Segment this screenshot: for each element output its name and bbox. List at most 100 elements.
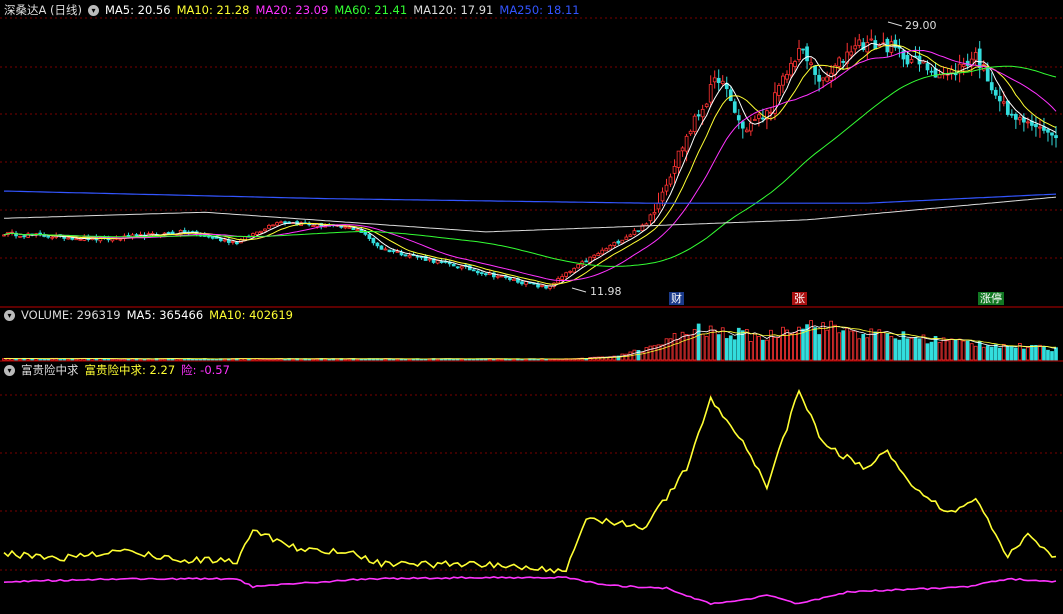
candle-body xyxy=(371,237,376,244)
indicator-line-xian xyxy=(3,575,1057,606)
volume-bar xyxy=(684,334,689,361)
volume-bar xyxy=(708,325,713,361)
candle-body xyxy=(279,221,283,224)
candle-body xyxy=(70,237,75,240)
candle-body xyxy=(18,235,22,238)
candle-body xyxy=(343,226,348,229)
candle-body xyxy=(596,252,601,256)
moving-average-lines xyxy=(3,42,1057,287)
candle-body xyxy=(576,264,581,269)
candle-body xyxy=(652,211,657,215)
volume-bar xyxy=(781,326,785,361)
candle-body xyxy=(427,258,432,261)
volume-bar xyxy=(1042,346,1046,361)
candle-body xyxy=(841,61,846,63)
volume-bar xyxy=(897,339,902,361)
candle-body xyxy=(688,130,693,135)
candle-body xyxy=(805,46,809,62)
volume-bar xyxy=(644,347,649,361)
volume-bar xyxy=(58,358,63,361)
candle-body xyxy=(568,270,572,273)
candle-body xyxy=(973,52,978,61)
volume-bar xyxy=(913,337,918,361)
volume-bar xyxy=(1054,347,1058,361)
candle-body xyxy=(837,57,842,67)
volume-bar xyxy=(1022,348,1026,361)
candle-body xyxy=(283,221,287,224)
volume-bar xyxy=(825,329,829,361)
volume-bar xyxy=(789,333,793,361)
volume-bar xyxy=(793,332,797,361)
candle-body xyxy=(700,108,705,118)
volume-bar xyxy=(1026,346,1030,361)
marker-zhangting[interactable]: 涨停 xyxy=(978,292,1004,305)
candle-body xyxy=(22,235,26,238)
volume-bar xyxy=(813,327,817,361)
price-annotations xyxy=(571,21,903,293)
volume-value: VOLUME: 296319 xyxy=(21,308,121,322)
candle-body xyxy=(781,75,785,86)
candle-body xyxy=(997,95,1002,102)
volume-ma10: MA10: 402619 xyxy=(209,308,293,322)
volume-bar xyxy=(841,330,846,361)
chevron-down-icon[interactable]: ▾ xyxy=(88,5,99,16)
candle-body xyxy=(801,48,805,51)
candle-body xyxy=(793,61,797,67)
volume-bar xyxy=(885,333,890,361)
candle-body xyxy=(624,236,629,240)
candle-body xyxy=(712,77,717,83)
volume-bar xyxy=(761,339,765,361)
candle-body xyxy=(403,254,408,257)
volume-bar xyxy=(1014,347,1018,361)
marker-zhang[interactable]: 张 xyxy=(792,292,807,305)
volume-bar xyxy=(921,334,926,361)
candle-body xyxy=(1009,113,1014,116)
volume-bar xyxy=(704,336,709,361)
volume-bar xyxy=(973,345,978,361)
candle-body xyxy=(620,239,625,244)
candle-body xyxy=(134,234,139,237)
candle-body xyxy=(1014,113,1018,120)
candle-body xyxy=(379,245,384,250)
candle-body xyxy=(231,241,235,243)
chevron-down-icon[interactable]: ▾ xyxy=(4,310,15,321)
indicator-name: 富贵险中求 xyxy=(21,363,79,377)
ma60-line xyxy=(3,65,1057,267)
candle-body xyxy=(383,248,388,251)
candle-body xyxy=(367,234,372,239)
candle-body xyxy=(560,276,564,280)
marker-cai[interactable]: 财 xyxy=(669,292,684,305)
candle-body xyxy=(664,184,669,192)
ma20-line xyxy=(3,49,1057,281)
candle-body xyxy=(483,273,488,276)
candle-body xyxy=(869,38,874,41)
volume-bar xyxy=(905,338,910,361)
candle-body xyxy=(857,39,862,46)
candle-body xyxy=(267,224,271,229)
indicator-line2: 险: -0.57 xyxy=(181,363,230,377)
candle-body xyxy=(251,233,255,237)
candle-body xyxy=(925,63,930,71)
volume-bar xyxy=(18,358,22,361)
candle-body xyxy=(584,260,589,263)
chevron-down-icon[interactable]: ▾ xyxy=(4,365,15,376)
volume-bar xyxy=(981,346,986,361)
volume-bar xyxy=(777,337,781,361)
volume-bar xyxy=(985,345,990,361)
volume-bar xyxy=(1009,346,1014,361)
stock-title: 深桑达A (日线) xyxy=(4,3,82,17)
volume-bar xyxy=(500,358,504,361)
candle-body xyxy=(1046,129,1050,133)
volume-bar xyxy=(845,327,850,361)
candle-body xyxy=(817,74,821,82)
candle-body xyxy=(777,85,781,96)
candle-body xyxy=(347,226,352,229)
ma-legend-item: MA5: 20.56 xyxy=(105,3,171,17)
volume-bar xyxy=(969,343,974,361)
candle-body xyxy=(708,84,713,103)
volume-bar xyxy=(933,336,938,361)
volume-bar xyxy=(1001,343,1006,361)
candle-body xyxy=(512,278,516,282)
volume-bar xyxy=(744,329,749,361)
candle-body xyxy=(508,277,512,280)
